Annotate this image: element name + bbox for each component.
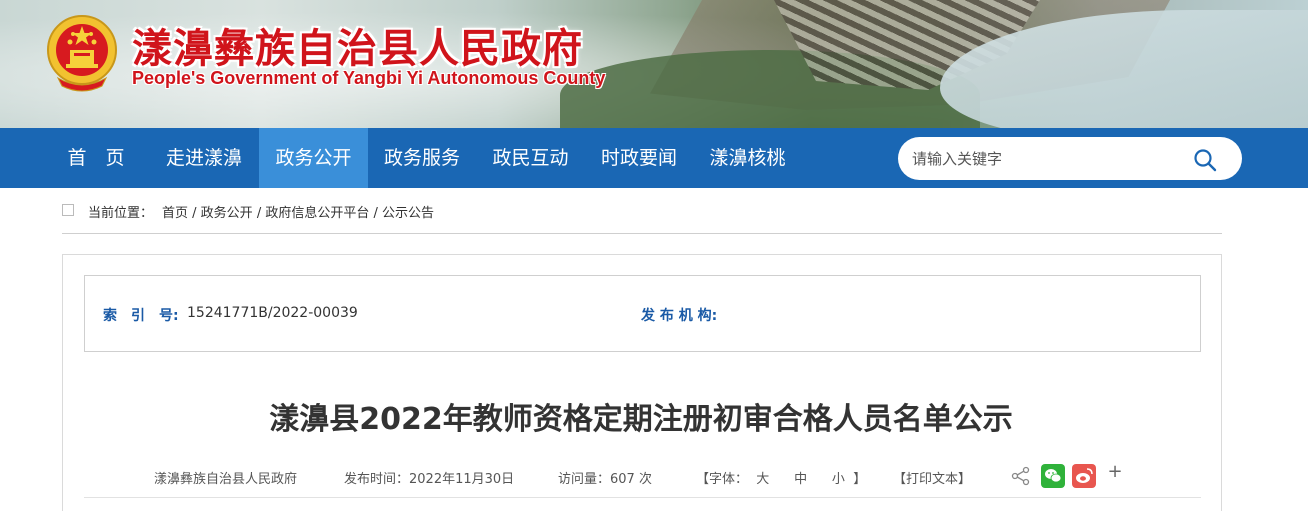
location-icon	[62, 204, 74, 216]
nav-item-walnut[interactable]: 漾濞核桃	[693, 128, 802, 188]
article-source: 漾濞彝族自治县人民政府	[154, 472, 298, 487]
index-number-value: 15241771B/2022-00039	[187, 305, 358, 321]
article-divider	[84, 497, 1201, 498]
font-small-button[interactable]: 小	[832, 472, 845, 487]
site-subtitle: People's Government of Yangbi Yi Autonom…	[132, 68, 606, 88]
more-share-icon[interactable]: +	[1106, 462, 1124, 482]
publisher-label: 发 布 机 构:	[641, 308, 718, 324]
wechat-icon[interactable]	[1041, 464, 1065, 488]
article-title: 漾濞县2022年教师资格定期注册初审合格人员名单公示	[269, 402, 1013, 437]
breadcrumb-home[interactable]: 首页	[162, 206, 188, 221]
weibo-icon[interactable]	[1072, 464, 1096, 488]
print-button[interactable]: 【打印文本】	[893, 468, 971, 487]
index-number-label: 索 引 号:	[103, 308, 179, 324]
nav-item-about[interactable]: 走进漾濞	[150, 128, 258, 188]
nav-item-gov-affairs[interactable]: 政务公开	[259, 128, 368, 188]
view-count: 访问量：607 次	[558, 472, 652, 487]
site-title: 漾濞彝族自治县人民政府	[132, 25, 583, 72]
main-nav: 首 页 走进漾濞 政务公开 政务服务 政民互动 时政要闻 漾濞核桃	[0, 128, 1308, 188]
breadcrumb-label: 当前位置：	[88, 206, 154, 221]
breadcrumb-announcements[interactable]: 公示公告	[382, 206, 434, 221]
search-box	[898, 137, 1242, 180]
breadcrumb-divider	[62, 233, 1222, 234]
font-medium-button[interactable]: 中	[794, 472, 807, 487]
font-size-control: 【字体： 大 中 小 】	[696, 468, 866, 487]
nav-item-interaction[interactable]: 政民互动	[476, 128, 585, 188]
nav-item-services[interactable]: 政务服务	[368, 128, 476, 188]
breadcrumb-info-platform[interactable]: 政府信息公开平台	[265, 206, 369, 221]
font-size-label: 【字体：	[696, 472, 749, 487]
national-emblem-icon	[47, 15, 117, 92]
share-icon[interactable]	[1011, 466, 1031, 486]
search-icon[interactable]	[1193, 148, 1217, 172]
breadcrumb-separator: /	[188, 206, 201, 221]
search-input[interactable]	[912, 147, 1182, 170]
font-size-close: 】	[853, 472, 867, 487]
breadcrumb-separator: /	[252, 206, 266, 221]
breadcrumb-items: 首页 / 政务公开 / 政府信息公开平台 / 公示公告	[162, 202, 434, 221]
publish-time: 发布时间：2022年11月30日	[344, 472, 515, 487]
breadcrumb-separator: /	[369, 206, 383, 221]
breadcrumb-gov-affairs[interactable]: 政务公开	[201, 206, 253, 221]
nav-item-home[interactable]: 首 页	[46, 128, 146, 188]
nav-item-news[interactable]: 时政要闻	[585, 128, 693, 188]
font-large-button[interactable]: 大	[756, 472, 769, 487]
